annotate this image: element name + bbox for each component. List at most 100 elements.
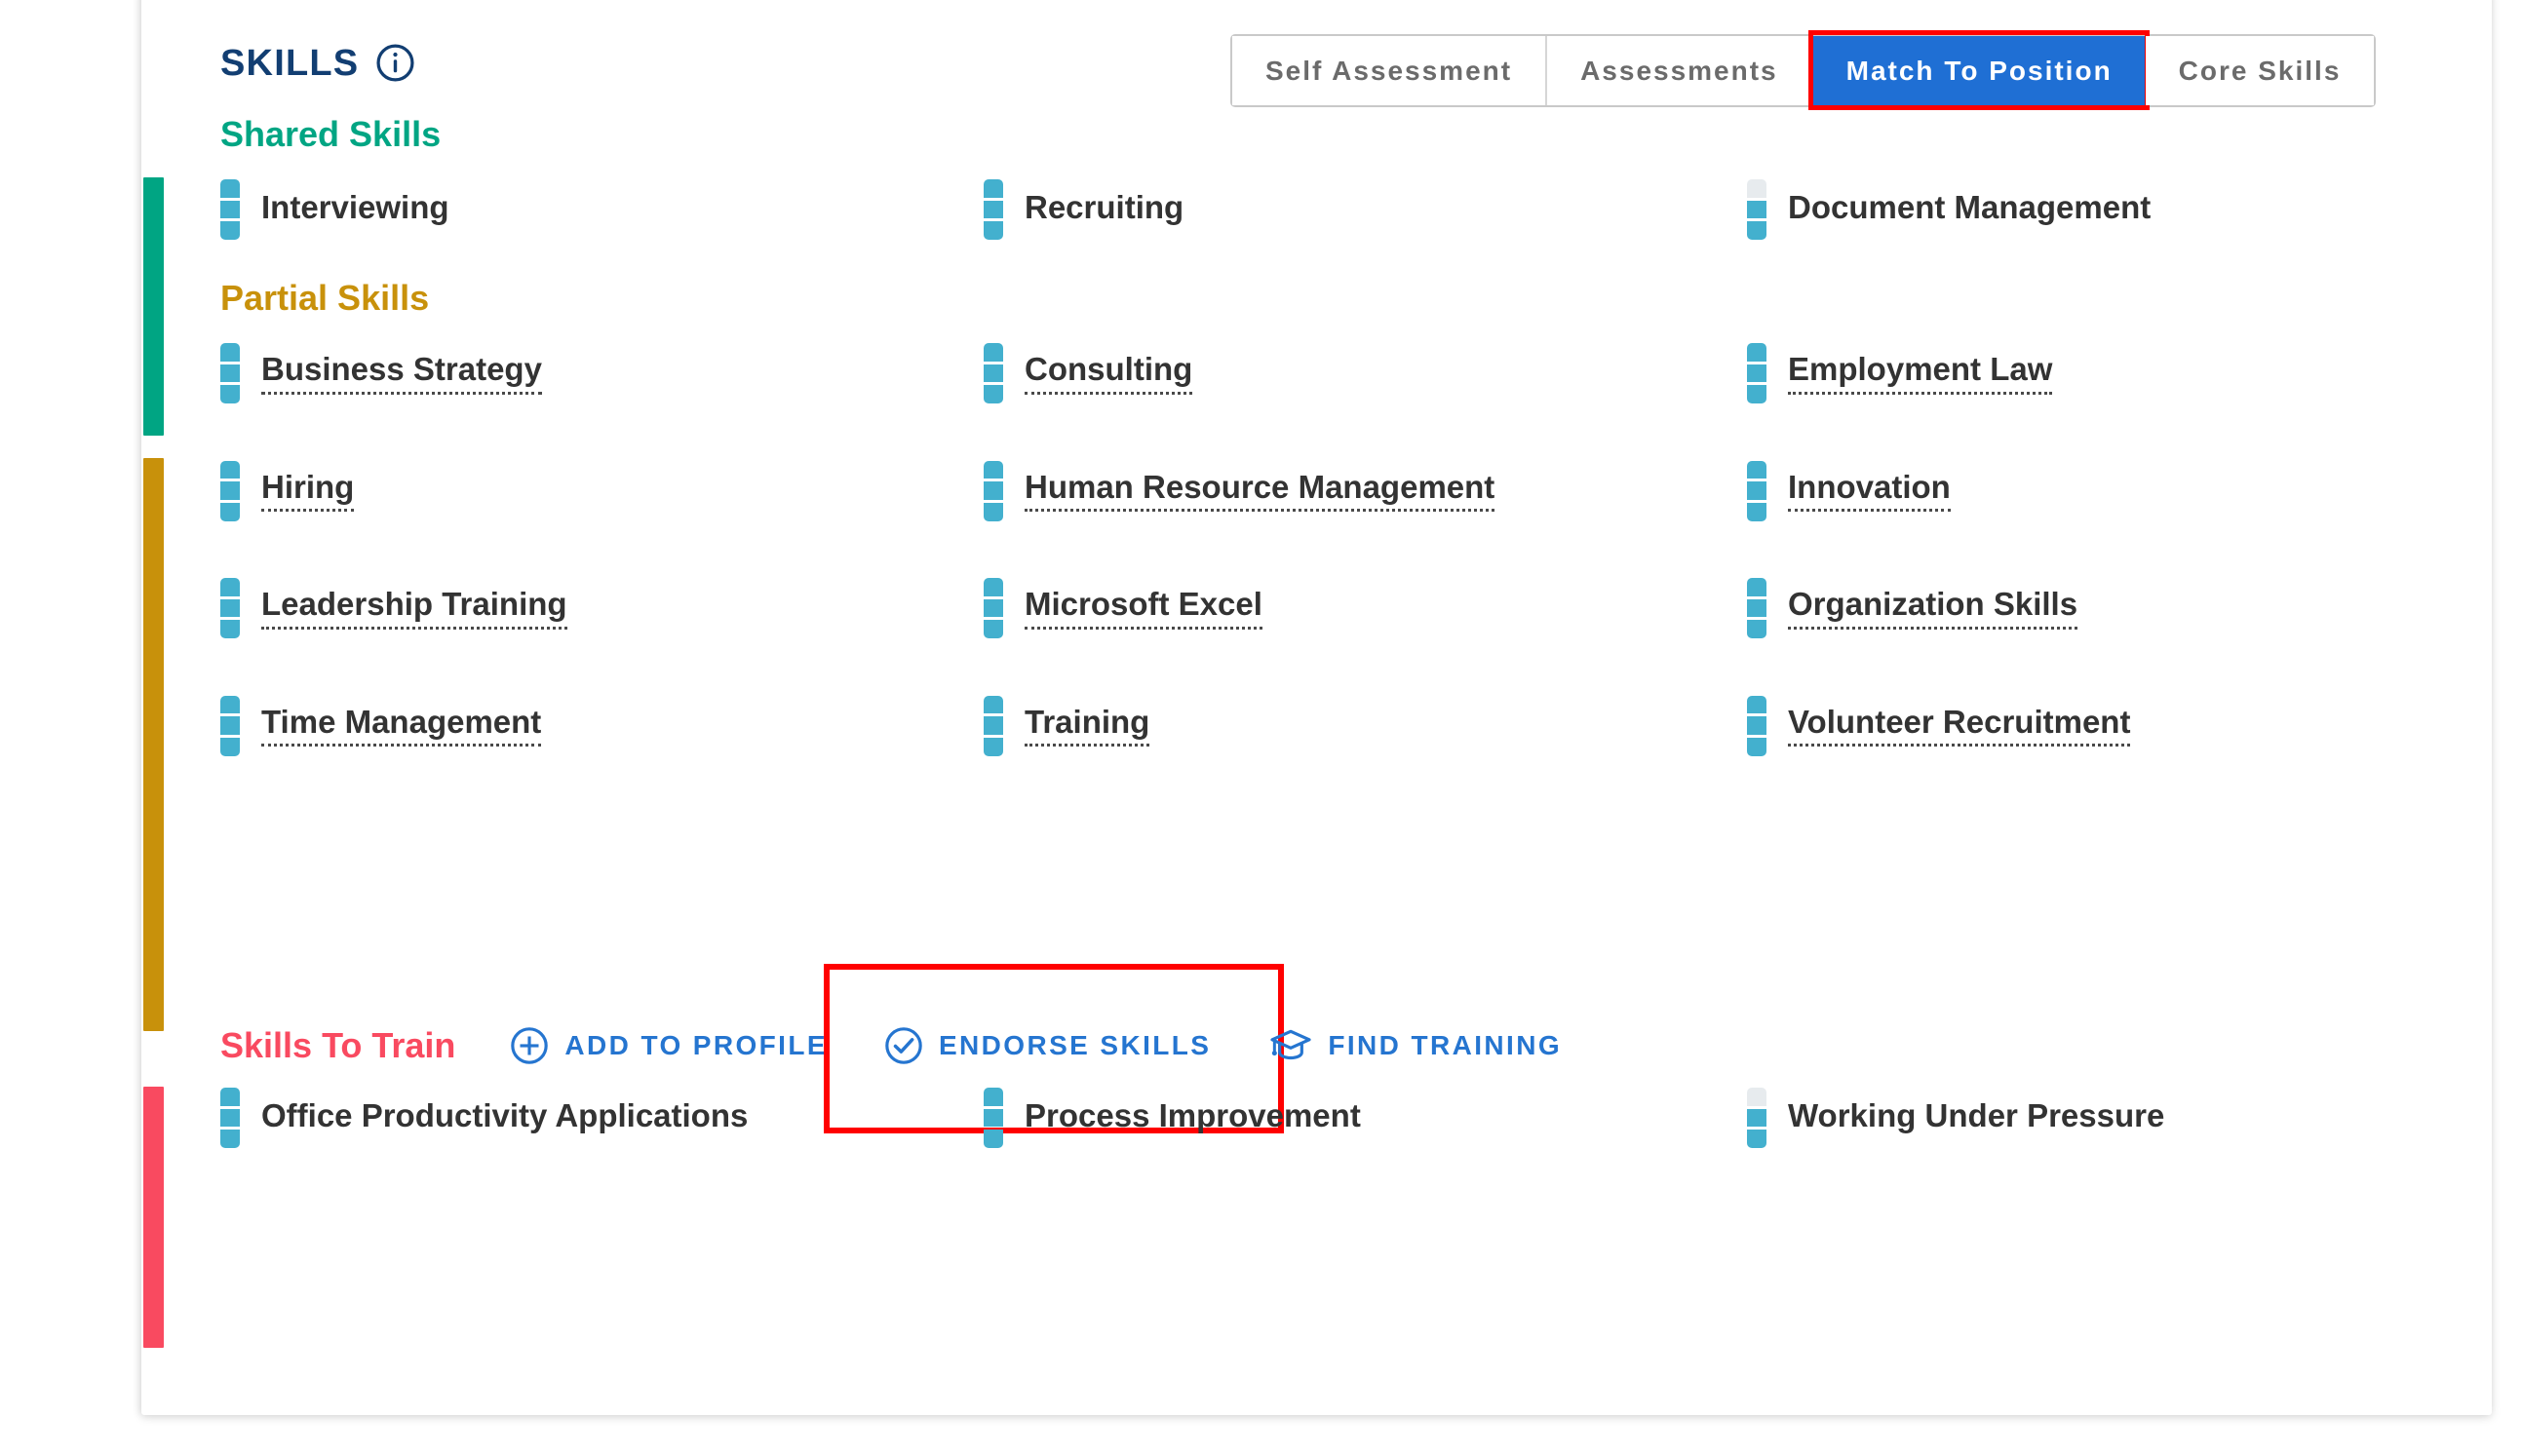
skill-name: Recruiting <box>1025 188 1184 225</box>
skill-level-segment <box>984 1088 1003 1106</box>
skill-level-segment <box>984 716 1003 735</box>
skills-card: SKILLS Self Assessment Assessments Match T… <box>141 0 2492 1415</box>
skill-item[interactable]: Human Resource Management <box>984 460 1495 521</box>
skill-level-segment <box>220 620 240 639</box>
skill-level-segment <box>220 1108 240 1128</box>
skill-level-segment <box>220 716 240 735</box>
skill-level-indicator <box>984 343 1003 404</box>
skill-level-segment <box>220 385 240 404</box>
skill-level-segment <box>1747 502 1766 521</box>
skill-name: Leadership Training <box>261 587 567 630</box>
skill-item[interactable]: Business Strategy <box>220 343 542 404</box>
action-label: FIND TRAINING <box>1328 1030 1563 1060</box>
plus-circle-icon <box>510 1026 549 1065</box>
skill-item[interactable]: Innovation <box>1747 460 1951 521</box>
skill-level-indicator <box>220 460 240 521</box>
skill-name: Process Improvement <box>1025 1096 1361 1133</box>
skill-name: Volunteer Recruitment <box>1788 704 2131 747</box>
skill-level-segment <box>984 481 1003 500</box>
section-header-skills-to-train: Skills To Train ADD TO PROFILE ENDORSE SKI… <box>220 964 1562 1133</box>
skill-level-indicator <box>984 578 1003 639</box>
skill-level-segment <box>1747 385 1766 404</box>
skill-level-segment <box>984 179 1003 198</box>
skill-level-segment <box>1747 364 1766 383</box>
skill-level-segment <box>1747 1130 1766 1149</box>
skill-item[interactable]: Hiring <box>220 460 355 521</box>
section-header-partial-skills: Partial Skills <box>220 281 429 316</box>
skill-item[interactable]: Office Productivity Applications <box>220 1088 748 1149</box>
skill-level-indicator <box>1747 343 1766 404</box>
skill-grid-shared-skills: Interviewing Recruiting Document Managemen… <box>220 179 2463 296</box>
skill-level-indicator <box>1747 578 1766 639</box>
skill-level-indicator <box>984 695 1003 756</box>
skill-level-indicator <box>220 578 240 639</box>
skill-item[interactable]: Working Under Pressure <box>1747 1088 2165 1149</box>
skill-item[interactable]: Time Management <box>220 695 542 756</box>
skill-level-segment <box>220 179 240 198</box>
skill-item[interactable]: Employment Law <box>1747 343 2053 404</box>
screenshot-root: SKILLS Self Assessment Assessments Match T… <box>0 0 2522 1456</box>
skill-level-indicator <box>220 179 240 241</box>
skill-item[interactable]: Process Improvement <box>984 1088 1361 1149</box>
skill-item[interactable]: Document Management <box>1747 179 2151 241</box>
skill-level-segment <box>1747 221 1766 241</box>
tab-match-to-position[interactable]: Match To Position <box>1807 30 2150 110</box>
skill-level-segment <box>220 460 240 479</box>
skill-name: Working Under Pressure <box>1788 1096 2165 1133</box>
skill-item[interactable]: Training <box>984 695 1150 756</box>
skill-level-indicator <box>1747 179 1766 241</box>
skill-name: Time Management <box>261 704 542 747</box>
skill-level-segment <box>984 221 1003 241</box>
skill-name: Interviewing <box>261 188 449 225</box>
skill-level-segment <box>984 578 1003 596</box>
tab-core-skills[interactable]: Core Skills <box>2145 36 2375 105</box>
action-add-to-profile[interactable]: ADD TO PROFILE <box>510 1026 828 1065</box>
skill-name: Consulting <box>1025 352 1193 395</box>
skill-item[interactable]: Organization Skills <box>1747 578 2078 639</box>
accent-bar-skills-to-train <box>143 1087 164 1348</box>
skill-level-segment <box>220 598 240 618</box>
skill-level-segment <box>1747 1088 1766 1106</box>
skill-item[interactable]: Leadership Training <box>220 578 567 639</box>
skill-level-segment <box>984 695 1003 714</box>
skill-level-indicator <box>1747 460 1766 521</box>
action-find-training[interactable]: FIND TRAINING <box>1269 1026 1562 1065</box>
tab-assessments[interactable]: Assessments <box>1547 36 1813 105</box>
skill-name: Organization Skills <box>1788 587 2078 630</box>
skill-level-segment <box>1747 179 1766 198</box>
section-title-shared-skills: Shared Skills <box>220 114 442 154</box>
skill-level-segment <box>984 502 1003 521</box>
skill-level-segment <box>220 481 240 500</box>
skill-level-segment <box>1747 598 1766 618</box>
skill-item[interactable]: Interviewing <box>220 179 449 241</box>
skill-name: Microsoft Excel <box>1025 587 1262 630</box>
skill-level-segment <box>984 737 1003 756</box>
skill-level-segment <box>220 695 240 714</box>
assessment-tabs[interactable]: Self Assessment Assessments Match To Posit… <box>1230 30 2377 110</box>
skill-item[interactable]: Volunteer Recruitment <box>1747 695 2131 756</box>
skill-item[interactable]: Consulting <box>984 343 1193 404</box>
page-title: SKILLS <box>220 42 360 84</box>
skill-item[interactable]: Recruiting <box>984 179 1184 241</box>
skill-level-segment <box>984 1108 1003 1128</box>
action-label: ENDORSE SKILLS <box>938 1030 1212 1060</box>
skill-level-segment <box>220 364 240 383</box>
section-title-skills-to-train: Skills To Train <box>220 1025 456 1065</box>
skill-level-segment <box>220 1088 240 1106</box>
skill-name: Innovation <box>1788 469 1951 513</box>
skill-level-segment <box>1747 578 1766 596</box>
skill-level-segment <box>1747 716 1766 735</box>
skill-grid-partial-skills: Business Strategy Consulting Employment La… <box>220 343 2463 811</box>
skill-level-segment <box>984 598 1003 618</box>
skill-level-segment <box>220 343 240 362</box>
info-icon[interactable] <box>375 43 415 83</box>
title-group: SKILLS <box>220 43 415 83</box>
tab-self-assessment[interactable]: Self Assessment <box>1232 36 1548 105</box>
action-endorse-skills[interactable]: ENDORSE SKILLS <box>823 964 1285 1133</box>
skill-item[interactable]: Microsoft Excel <box>984 578 1262 639</box>
check-circle-icon <box>884 1026 923 1065</box>
section-actions: ADD TO PROFILE ENDORSE SKILLS FIND TRAININ… <box>510 964 1562 1133</box>
skill-level-segment <box>1747 1108 1766 1128</box>
skill-level-indicator <box>220 1088 240 1149</box>
skill-name: Human Resource Management <box>1025 469 1495 513</box>
